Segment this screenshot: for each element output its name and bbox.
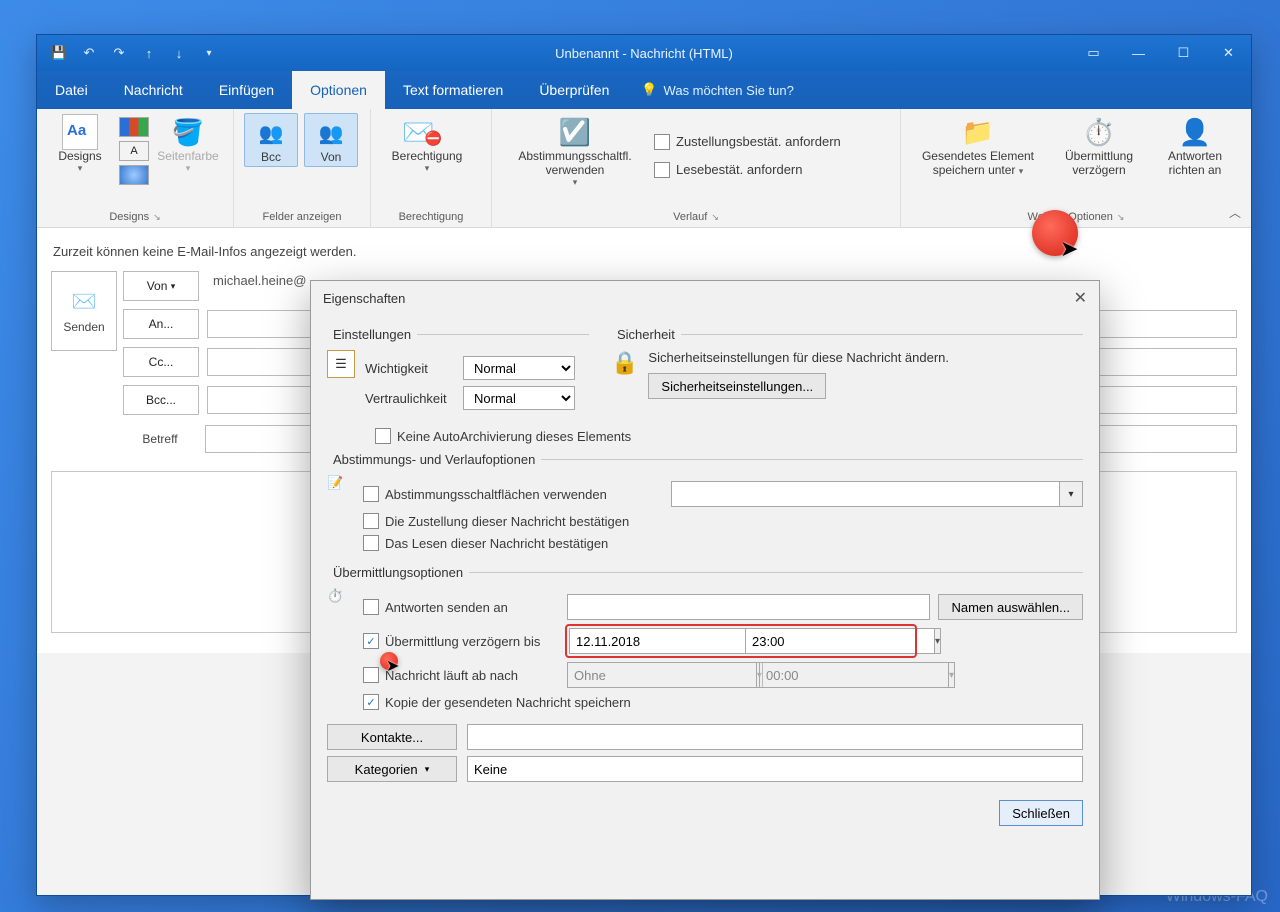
- delivery-options-legend: Übermittlungsoptionen: [327, 565, 469, 580]
- qat-save-icon[interactable]: 💾: [47, 41, 71, 65]
- ribbon: Designs ▾ A 🪣 Seitenfarbe ▾ Designs↘: [37, 109, 1251, 228]
- close-button[interactable]: Schließen: [999, 800, 1083, 826]
- categories-button[interactable]: Kategorien ▾: [327, 756, 457, 782]
- delay-delivery-button[interactable]: ⏱️ Übermittlungverzögern: [1051, 113, 1147, 179]
- qat-down-icon[interactable]: ↓: [167, 41, 191, 65]
- cursor-icon: ➤: [1060, 236, 1078, 262]
- window-title: Unbenannt - Nachricht (HTML): [555, 46, 733, 61]
- expires-date-combo: ▾: [567, 662, 735, 688]
- request-delivery-receipt[interactable]: Zustellungsbestät. anfordern: [654, 134, 841, 150]
- ribbon-tabbar: Datei Nachricht Einfügen Optionen Text f…: [37, 71, 1251, 109]
- qat-up-icon[interactable]: ↑: [137, 41, 161, 65]
- window-minimize-icon[interactable]: —: [1116, 35, 1161, 71]
- fonts-icon[interactable]: A: [119, 141, 149, 161]
- settings-legend: Einstellungen: [327, 327, 417, 342]
- cursor-icon: ➤: [386, 656, 399, 676]
- colors-icon[interactable]: [119, 117, 149, 137]
- lightbulb-icon: 💡: [641, 82, 657, 98]
- bcc-icon: 👥: [247, 116, 295, 150]
- properties-dialog: Eigenschaften ✕ Einstellungen ☰ Wichtigk…: [310, 280, 1100, 900]
- tell-me[interactable]: 💡 Was möchten Sie tun?: [627, 71, 808, 109]
- expires-time-combo: ▾: [759, 662, 927, 688]
- direct-replies-icon: 👤: [1155, 115, 1235, 149]
- security-settings-button[interactable]: Sicherheitseinstellungen...: [648, 373, 826, 399]
- contacts-input[interactable]: [467, 724, 1083, 750]
- from-icon: 👥: [307, 116, 355, 150]
- tab-format[interactable]: Text formatieren: [385, 71, 521, 109]
- delivery-section-icon: ⏱️: [327, 588, 353, 716]
- qat-customize-icon[interactable]: ▾: [197, 41, 221, 65]
- categories-input[interactable]: [467, 756, 1083, 782]
- designs-button[interactable]: Designs ▾: [47, 113, 113, 176]
- save-sent-icon: 📁: [913, 115, 1043, 149]
- von-button[interactable]: 👥 Von: [304, 113, 358, 167]
- window-close-icon[interactable]: ✕: [1206, 35, 1251, 71]
- bcc-button[interactable]: Bcc...: [123, 385, 199, 415]
- voting-section-icon: 📝: [327, 475, 353, 557]
- to-button[interactable]: An...: [123, 309, 199, 339]
- security-legend: Sicherheit: [611, 327, 681, 342]
- title-bar: 💾 ↶ ↷ ↑ ↓ ▾ Unbenannt - Nachricht (HTML)…: [37, 35, 1251, 71]
- tab-options[interactable]: Optionen: [292, 71, 385, 109]
- dialog-title: Eigenschaften: [323, 291, 405, 306]
- voting-options-input[interactable]: [671, 481, 1060, 507]
- voting-button[interactable]: ☑️ Abstimmungsschaltfl. verwenden ▾: [502, 113, 648, 190]
- save-sent-button[interactable]: 📁 Gesendetes Elementspeichern unter ▾: [911, 113, 1045, 179]
- sensitivity-select[interactable]: Normal: [463, 386, 575, 410]
- effects-icon[interactable]: [119, 165, 149, 185]
- subject-label: Betreff: [123, 432, 197, 446]
- select-names-button[interactable]: Namen auswählen...: [938, 594, 1083, 620]
- no-autoarchive-checkbox[interactable]: Keine AutoArchivierung dieses Elements: [375, 428, 631, 444]
- direct-replies-button[interactable]: 👤 Antwortenrichten an: [1153, 113, 1237, 179]
- bucket-icon: 🪣: [157, 115, 219, 149]
- dialog-close-icon[interactable]: ✕: [1074, 288, 1087, 308]
- qat-undo-icon[interactable]: ↶: [77, 41, 101, 65]
- tab-review[interactable]: Überprüfen: [521, 71, 627, 109]
- reply-to-checkbox[interactable]: Antworten senden an: [363, 599, 559, 615]
- confirm-delivery-checkbox[interactable]: Die Zustellung dieser Nachricht bestätig…: [363, 513, 629, 529]
- request-read-receipt[interactable]: Lesebestät. anfordern: [654, 162, 841, 178]
- qat-redo-icon[interactable]: ↷: [107, 41, 131, 65]
- tab-message[interactable]: Nachricht: [106, 71, 201, 109]
- use-voting-checkbox[interactable]: Abstimmungsschaltflächen verwenden: [363, 486, 663, 502]
- contacts-button[interactable]: Kontakte...: [327, 724, 457, 750]
- dialog-launcher-icon[interactable]: ↘: [711, 212, 719, 223]
- send-icon: ✉️: [72, 289, 97, 314]
- window-maximize-icon[interactable]: ☐: [1161, 35, 1206, 71]
- voting-tracking-legend: Abstimmungs- und Verlaufoptionen: [327, 452, 541, 467]
- collapse-ribbon-icon[interactable]: ︿: [1229, 204, 1241, 221]
- delay-delivery-checkbox[interactable]: ✓Übermittlung verzögern bis: [363, 633, 559, 649]
- send-button[interactable]: ✉️ Senden: [51, 271, 117, 351]
- delay-icon: ⏱️: [1053, 115, 1145, 149]
- voting-icon: ☑️: [504, 115, 646, 149]
- dialog-launcher-icon[interactable]: ↘: [153, 212, 161, 223]
- page-color-button[interactable]: 🪣 Seitenfarbe ▾: [155, 113, 221, 176]
- dialog-launcher-icon[interactable]: ↘: [1117, 212, 1125, 223]
- delay-time-combo[interactable]: ▾: [745, 628, 913, 654]
- themes-icon: [62, 114, 98, 150]
- reply-to-input[interactable]: [567, 594, 930, 620]
- window-options-icon[interactable]: ▭: [1071, 35, 1116, 71]
- confirm-read-checkbox[interactable]: Das Lesen dieser Nachricht bestätigen: [363, 535, 608, 551]
- settings-icon: ☰: [327, 350, 355, 378]
- save-copy-checkbox[interactable]: ✓Kopie der gesendeten Nachricht speicher…: [363, 694, 631, 710]
- delay-date-combo[interactable]: ▾: [569, 628, 737, 654]
- bcc-button[interactable]: 👥 Bcc: [244, 113, 298, 167]
- tab-insert[interactable]: Einfügen: [201, 71, 292, 109]
- tab-file[interactable]: Datei: [37, 71, 106, 109]
- lock-icon: 🔒: [611, 350, 638, 376]
- security-text: Sicherheitseinstellungen für diese Nachr…: [648, 350, 949, 365]
- permission-icon: ✉️⛔: [383, 115, 471, 149]
- permission-button[interactable]: ✉️⛔ Berechtigung ▾: [381, 113, 473, 176]
- from-picker-button[interactable]: Von ▾: [123, 271, 199, 301]
- importance-select[interactable]: Normal: [463, 356, 575, 380]
- cc-button[interactable]: Cc...: [123, 347, 199, 377]
